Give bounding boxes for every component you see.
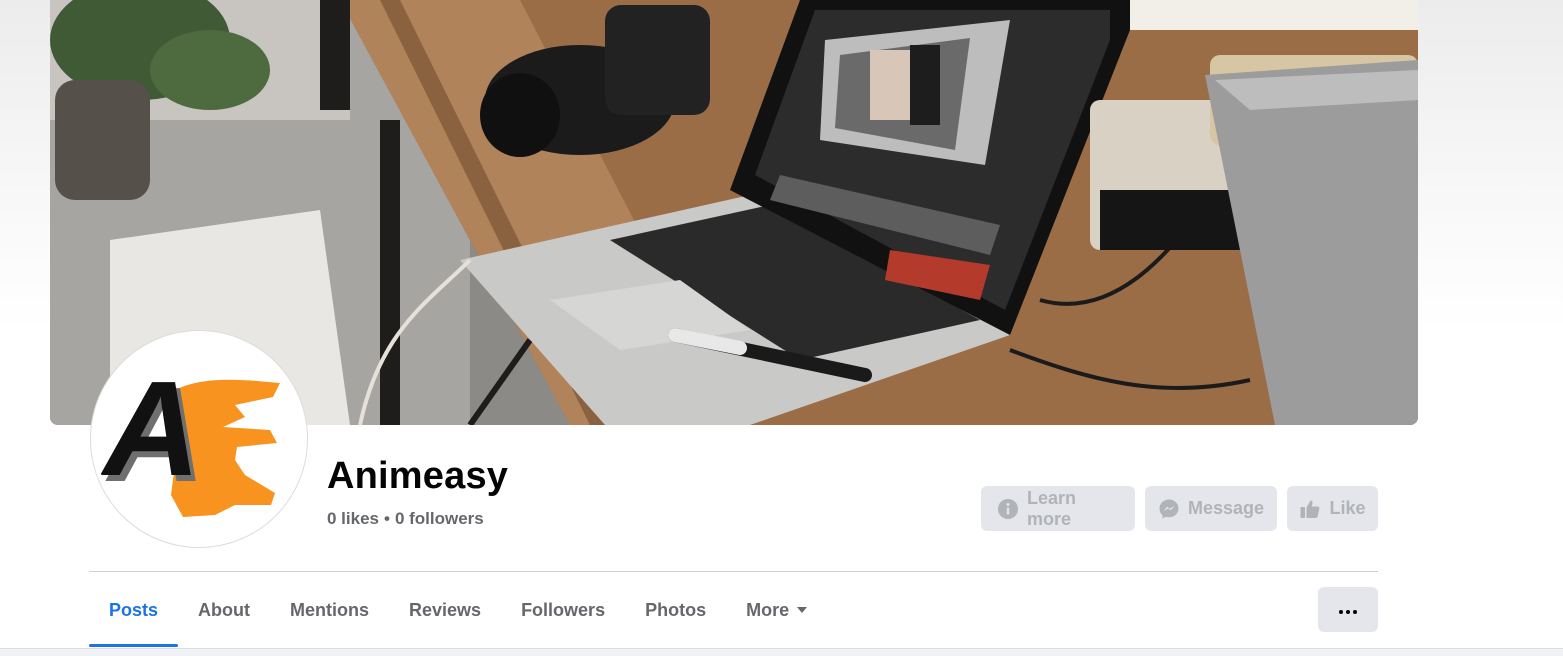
content-area-top: [0, 648, 1563, 656]
tab-posts-label: Posts: [109, 599, 159, 620]
tab-mentions[interactable]: Mentions: [270, 572, 389, 648]
tab-reviews-label: Reviews: [409, 599, 482, 620]
tab-photos[interactable]: Photos: [625, 572, 726, 648]
stats-separator: •: [384, 509, 390, 528]
tab-more[interactable]: More: [726, 572, 827, 648]
page-actions: Learn more Message Like: [981, 486, 1378, 531]
message-button[interactable]: Message: [1145, 486, 1277, 531]
page-avatar[interactable]: A A: [91, 331, 307, 547]
thumbs-up-icon: [1299, 498, 1321, 520]
page-tabs: Posts About Mentions Reviews Followers P…: [89, 572, 827, 648]
tab-posts[interactable]: Posts: [89, 572, 179, 648]
likes-count[interactable]: 0 likes: [327, 509, 379, 528]
ellipsis-icon: [1339, 601, 1357, 619]
tab-more-label: More: [746, 599, 790, 620]
learn-more-button[interactable]: Learn more: [981, 486, 1135, 531]
tab-about-label: About: [198, 599, 251, 620]
messenger-icon: [1158, 498, 1180, 520]
page-title: Animeasy: [327, 455, 509, 497]
tab-followers-label: Followers: [521, 599, 606, 620]
animeasy-logo: A A: [95, 335, 303, 543]
tab-photos-label: Photos: [645, 599, 707, 620]
info-icon: [997, 498, 1019, 520]
like-button[interactable]: Like: [1287, 486, 1378, 531]
tab-about[interactable]: About: [178, 572, 270, 648]
logo-letter-a: A: [100, 353, 201, 504]
caret-down-icon: [797, 607, 808, 613]
tab-followers[interactable]: Followers: [501, 572, 625, 648]
tab-mentions-label: Mentions: [290, 599, 370, 620]
page-header: A A Animeasy 0 likes • 0 followers Learn m…: [0, 0, 1563, 656]
followers-count[interactable]: 0 followers: [395, 509, 484, 528]
learn-more-label: Learn more: [1027, 487, 1077, 529]
page-stats: 0 likes • 0 followers: [327, 509, 484, 529]
tab-reviews[interactable]: Reviews: [389, 572, 501, 648]
like-label: Like: [1329, 498, 1366, 518]
more-options-button[interactable]: [1318, 587, 1378, 632]
message-label: Message: [1187, 498, 1265, 518]
